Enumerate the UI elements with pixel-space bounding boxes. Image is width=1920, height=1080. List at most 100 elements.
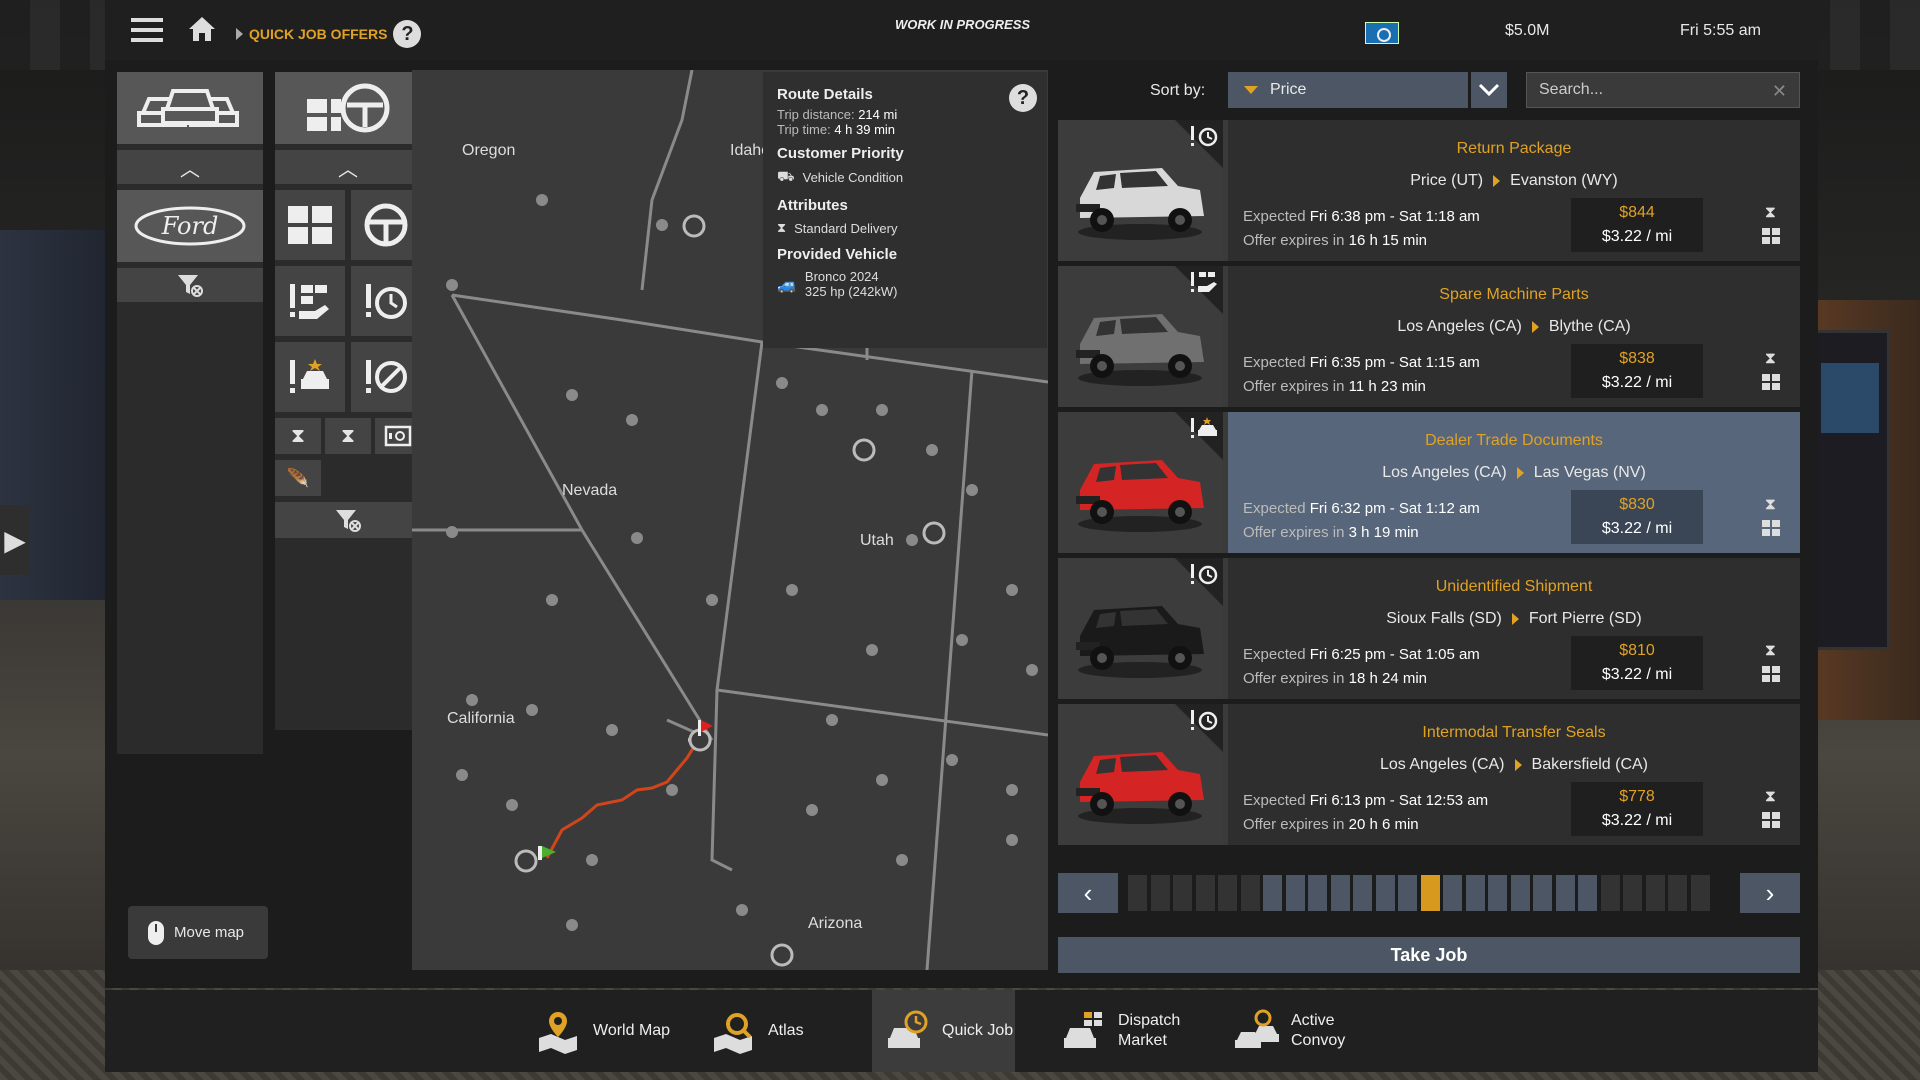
page-segment[interactable]	[1173, 875, 1192, 911]
collapse-brands-button[interactable]: ︿	[117, 150, 263, 184]
filter-fragile[interactable]: 🪶	[275, 460, 321, 496]
job-title: Unidentified Shipment	[1435, 578, 1593, 595]
urgent-timer-icon	[1191, 564, 1218, 585]
top-bar: QUICK JOB OFFERS ? WORK IN PROGRESS $5.0…	[105, 0, 1818, 60]
page-segment[interactable]	[1150, 875, 1170, 911]
help-icon[interactable]: ?	[393, 20, 422, 48]
job-route: Los Angeles (CA) Las Vegas (NV)	[1228, 464, 1800, 482]
page-segment[interactable]	[1533, 875, 1552, 911]
nav-world-map[interactable]: World Map	[535, 990, 670, 1072]
job-info: Unidentified Shipment Sioux Falls (SD) F…	[1228, 558, 1800, 699]
page-segment[interactable]	[1375, 875, 1395, 911]
menu-icon[interactable]	[131, 14, 163, 46]
side-panel-toggle[interactable]: ▶	[0, 505, 30, 575]
customer-priority-heading: Customer Priority	[777, 145, 904, 162]
map-label-oregon: Oregon	[462, 142, 516, 159]
filter-all-vehicles[interactable]	[117, 72, 263, 144]
attributes-heading: Attributes	[777, 197, 848, 214]
filter-urgent-time[interactable]	[351, 266, 421, 336]
job-title: Return Package	[1456, 140, 1572, 157]
page-segment[interactable]	[1128, 875, 1147, 911]
collapse-types-button[interactable]: ︿	[275, 150, 421, 184]
job-offer-row[interactable]: Unidentified Shipment Sioux Falls (SD) F…	[1058, 558, 1800, 699]
nav-quick-job[interactable]: Quick Job	[872, 990, 1015, 1072]
job-offer-row[interactable]: Intermodal Transfer Seals Los Angeles (C…	[1058, 704, 1800, 845]
job-badge	[1189, 124, 1219, 153]
clear-brand-filter-button[interactable]	[117, 268, 263, 302]
filter-clear-icon	[336, 510, 361, 532]
map-label-california: California	[447, 710, 515, 727]
filter-urgent-vehicle[interactable]	[275, 342, 345, 412]
filter-blocked[interactable]	[351, 342, 421, 412]
atlas-icon	[710, 1008, 756, 1054]
job-info: Spare Machine Parts Los Angeles (CA) Bly…	[1228, 266, 1800, 407]
page-segment[interactable]	[1488, 875, 1507, 911]
map-label-arizona: Arizona	[808, 915, 863, 932]
job-rate: $3.22 / mi	[1601, 228, 1673, 245]
job-offer-row[interactable]: Dealer Trade Documents Los Angeles (CA) …	[1058, 412, 1800, 553]
page-segment[interactable]	[1555, 875, 1575, 911]
sort-direction-icon	[1244, 86, 1258, 94]
page-segment[interactable]	[1668, 875, 1687, 911]
sort-dropdown-button[interactable]	[1471, 72, 1507, 108]
next-page-button[interactable]: ›	[1740, 873, 1800, 913]
page-segment[interactable]	[1218, 875, 1237, 911]
job-price-box: $778 $3.22 / mi	[1571, 782, 1703, 836]
page-segment[interactable]	[1240, 875, 1260, 911]
page-segment[interactable]	[1420, 875, 1440, 911]
page-segment[interactable]	[1510, 875, 1530, 911]
job-offer-expiry: Offer expires in 18 h 24 min	[1243, 670, 1427, 687]
page-segment[interactable]	[1398, 875, 1417, 911]
filter-cargo[interactable]	[275, 190, 345, 260]
job-origin: Los Angeles (CA)	[1397, 318, 1522, 335]
job-badge	[1189, 416, 1219, 445]
job-price: $838	[1619, 350, 1655, 367]
page-segment[interactable]	[1353, 875, 1372, 911]
filter-job-types[interactable]	[275, 72, 421, 144]
page-segment[interactable]	[1578, 875, 1597, 911]
urgent-blocked-icon	[366, 360, 407, 393]
page-segment[interactable]	[1285, 875, 1305, 911]
filter-express-delivery[interactable]: ⧗	[325, 418, 371, 454]
page-segment[interactable]	[1600, 875, 1620, 911]
take-job-button[interactable]: Take Job	[1058, 937, 1800, 973]
grid-icon	[288, 206, 332, 244]
nav-dispatch-market[interactable]: Dispatch Market	[1060, 990, 1180, 1072]
job-origin: Price (UT)	[1410, 172, 1484, 189]
search-input[interactable]: Search... ✕	[1526, 72, 1800, 108]
job-badge	[1189, 708, 1219, 737]
job-steering-icon	[307, 83, 390, 133]
job-price-box: $810 $3.22 / mi	[1571, 636, 1703, 690]
page-segment[interactable]	[1263, 875, 1282, 911]
job-origin: Sioux Falls (SD)	[1386, 610, 1502, 627]
page-segment[interactable]	[1330, 875, 1350, 911]
page-segment[interactable]	[1195, 875, 1215, 911]
job-rate: $3.22 / mi	[1601, 666, 1673, 683]
clear-search-icon[interactable]: ✕	[1772, 81, 1787, 102]
page-segment[interactable]	[1308, 875, 1327, 911]
filter-brand-ford[interactable]: Ford	[117, 190, 263, 262]
prev-page-button[interactable]: ‹	[1058, 873, 1118, 913]
job-route: Los Angeles (CA) Blythe (CA)	[1228, 318, 1800, 336]
help-icon[interactable]: ?	[1009, 84, 1037, 112]
sort-select[interactable]: Price	[1228, 72, 1468, 108]
customer-priority-row: ⛟ Vehicle Condition	[777, 168, 904, 185]
home-icon[interactable]	[187, 14, 217, 44]
job-title: Spare Machine Parts	[1439, 286, 1589, 303]
arcade-cabinet	[1810, 330, 1890, 650]
job-offer-row[interactable]: Return Package Price (UT) Evanston (WY) …	[1058, 120, 1800, 261]
clear-type-filter-button[interactable]	[275, 502, 421, 538]
page-segment[interactable]	[1623, 875, 1642, 911]
job-offer-row[interactable]: Spare Machine Parts Los Angeles (CA) Bly…	[1058, 266, 1800, 407]
filter-driving[interactable]	[351, 190, 421, 260]
nav-active-convoy[interactable]: Active Convoy	[1233, 990, 1345, 1072]
nav-atlas[interactable]: Atlas	[710, 990, 804, 1072]
page-segment[interactable]	[1690, 875, 1710, 911]
filter-urgent-cargo[interactable]	[275, 266, 345, 336]
page-segment[interactable]	[1645, 875, 1665, 911]
page-segment[interactable]	[1465, 875, 1485, 911]
job-rate: $3.22 / mi	[1601, 520, 1673, 537]
trip-time: Trip time: 4 h 39 min	[777, 122, 896, 137]
page-segment[interactable]	[1443, 875, 1462, 911]
filter-standard-delivery[interactable]: ⧗	[275, 418, 321, 454]
